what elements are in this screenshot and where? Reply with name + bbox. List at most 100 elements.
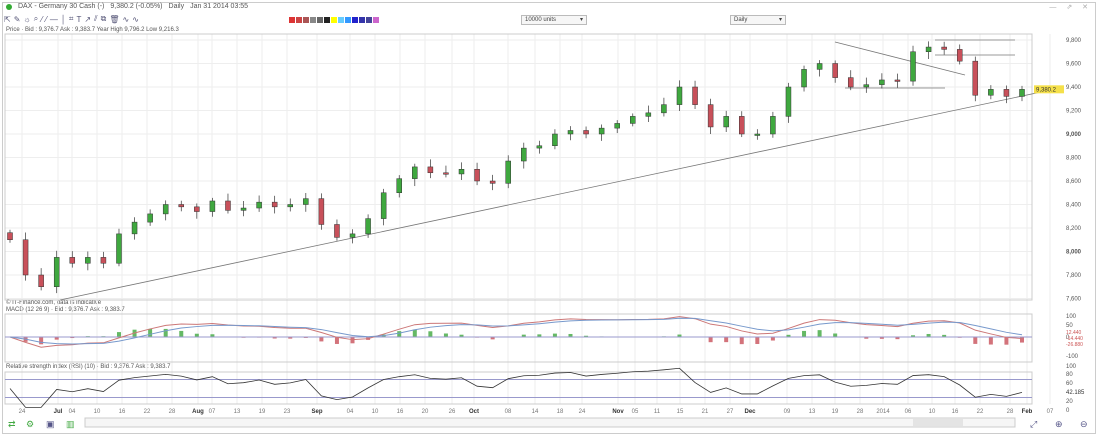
candle-body bbox=[1003, 89, 1010, 97]
save-icon[interactable]: ▣ bbox=[46, 419, 55, 429]
candle-body bbox=[754, 133, 761, 136]
x-tick-label: 16 bbox=[952, 409, 959, 415]
rsi-y-tick: 100 bbox=[1066, 364, 1077, 370]
compare-icon[interactable]: ⇄ bbox=[8, 419, 16, 429]
candle-body bbox=[894, 79, 901, 82]
x-tick-label: 28 bbox=[169, 409, 176, 415]
y-tick-label: 9,400 bbox=[1066, 85, 1082, 91]
y-tick-label: 9,200 bbox=[1066, 109, 1082, 115]
rsi-line bbox=[9, 367, 1023, 408]
zoom-out-icon[interactable]: ⊖ bbox=[1080, 419, 1088, 429]
layout-icon[interactable]: ▥ bbox=[66, 419, 75, 429]
color-swatch[interactable] bbox=[352, 17, 358, 23]
candle-body bbox=[707, 104, 714, 128]
macd-histogram-bar bbox=[708, 337, 713, 343]
candle-body bbox=[910, 51, 916, 82]
x-tick-label: 18 bbox=[557, 409, 564, 415]
candle-body bbox=[318, 198, 325, 225]
candle-body bbox=[521, 147, 527, 162]
color-swatch[interactable] bbox=[373, 17, 379, 23]
candle-body bbox=[583, 130, 589, 135]
color-swatch[interactable] bbox=[324, 17, 330, 23]
candle-body bbox=[412, 166, 418, 179]
macd-histogram-bar bbox=[179, 330, 184, 337]
x-tick-label: 10 bbox=[94, 409, 101, 415]
candle-body bbox=[85, 257, 91, 264]
rsi-y-tick: 20 bbox=[1066, 399, 1073, 405]
macd-y-tick: 100 bbox=[1066, 314, 1077, 320]
indicator-add-icon[interactable]: ⚙ bbox=[26, 419, 34, 429]
candle-body bbox=[38, 274, 44, 287]
macd-histogram-bar bbox=[833, 333, 838, 337]
macd-histogram-bar bbox=[319, 337, 324, 342]
x-tick-label: 21 bbox=[702, 409, 709, 415]
color-swatch[interactable] bbox=[345, 17, 351, 23]
rsi-value: 42.185 bbox=[1066, 390, 1085, 396]
x-tick-label: Feb bbox=[1022, 409, 1033, 415]
candle-body bbox=[178, 204, 185, 208]
y-tick-label: 7,600 bbox=[1066, 297, 1082, 303]
chart-canvas[interactable]: 24 Jul 04 10 16 22 28 Aug 07 13 19 23 Sep 04 10 16 20 26 O… bbox=[0, 0, 1098, 436]
x-tick-label: 15 bbox=[677, 409, 684, 415]
x-tick-label: 23 bbox=[284, 409, 291, 415]
color-swatch[interactable] bbox=[296, 17, 302, 23]
candle-body bbox=[22, 239, 29, 276]
candle-body bbox=[567, 130, 574, 135]
candle-body bbox=[770, 116, 776, 135]
macd-histogram-bar bbox=[1004, 337, 1009, 345]
candle-body bbox=[785, 86, 792, 117]
color-swatch[interactable] bbox=[331, 17, 337, 23]
macd-histogram-bar bbox=[739, 337, 744, 345]
y-tick-label: 8,800 bbox=[1066, 156, 1082, 162]
candle-body bbox=[956, 49, 963, 62]
x-tick-label: 04 bbox=[347, 409, 354, 415]
candle-body bbox=[131, 221, 138, 235]
color-swatch[interactable] bbox=[338, 17, 344, 23]
scrollbar[interactable] bbox=[84, 417, 1016, 428]
x-tick-label: 04 bbox=[69, 409, 76, 415]
macd-y-tick: 50 bbox=[1066, 323, 1073, 329]
candle-body bbox=[458, 169, 465, 175]
rsi-y-tick: 80 bbox=[1066, 372, 1073, 378]
macd-y-tick: -100 bbox=[1066, 354, 1079, 360]
x-tick-label: 10 bbox=[372, 409, 379, 415]
color-swatch[interactable] bbox=[289, 17, 295, 23]
x-tick-label: 13 bbox=[234, 409, 241, 415]
candle-body bbox=[349, 233, 356, 238]
color-swatch[interactable] bbox=[317, 17, 323, 23]
x-tick-label: 05 bbox=[632, 409, 639, 415]
zoom-in-icon[interactable]: ⊕ bbox=[1055, 419, 1063, 429]
candle-body bbox=[692, 86, 698, 105]
macd-histogram-bar bbox=[817, 330, 822, 337]
x-tick-label: 07 bbox=[1047, 409, 1054, 415]
candle-body bbox=[303, 198, 309, 205]
macd-signal-line bbox=[9, 317, 1023, 345]
x-tick-label: Aug bbox=[192, 409, 204, 415]
color-swatch[interactable] bbox=[359, 17, 365, 23]
macd-histogram-bar bbox=[988, 337, 993, 345]
x-tick-label: 22 bbox=[144, 409, 151, 415]
x-tick-label: 07 bbox=[209, 409, 216, 415]
x-tick-label: Sep bbox=[311, 409, 322, 415]
x-tick-label: 16 bbox=[397, 409, 404, 415]
macd-histogram-bar bbox=[39, 337, 44, 345]
macd-histogram-bar bbox=[148, 328, 153, 337]
candle-body bbox=[723, 116, 729, 128]
zoom-fit-icon[interactable]: ⤢ bbox=[1029, 419, 1037, 429]
y-tick-label: 9,600 bbox=[1066, 62, 1082, 68]
macd-histogram-bar bbox=[552, 333, 557, 337]
x-tick-label: 14 bbox=[532, 409, 539, 415]
scrollbar-thumb[interactable] bbox=[913, 419, 963, 426]
x-tick-label: 2014 bbox=[876, 409, 890, 415]
color-swatch[interactable] bbox=[310, 17, 316, 23]
candle-body bbox=[116, 233, 122, 264]
x-tick-label: 27 bbox=[727, 409, 734, 415]
candle-body bbox=[972, 60, 979, 96]
candle-body bbox=[240, 207, 247, 211]
x-tick-label: 28 bbox=[857, 409, 864, 415]
candle-body bbox=[832, 63, 838, 78]
color-swatch[interactable] bbox=[366, 17, 372, 23]
candle-body bbox=[925, 46, 932, 52]
x-tick-label: 19 bbox=[259, 409, 266, 415]
color-swatch[interactable] bbox=[303, 17, 309, 23]
